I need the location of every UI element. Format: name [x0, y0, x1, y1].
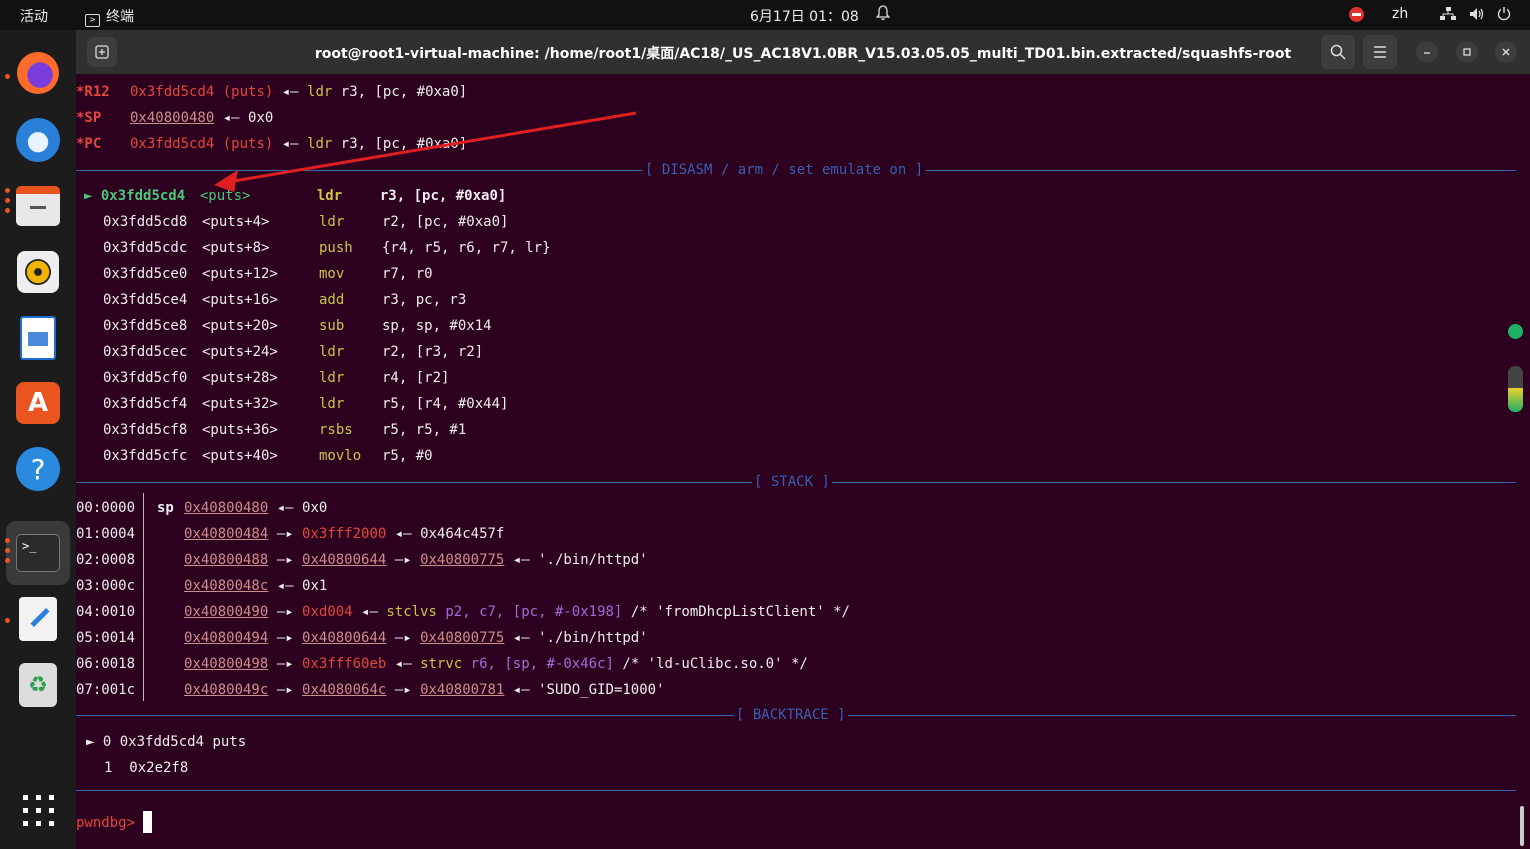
red-arrow-annotation — [214, 111, 637, 192]
